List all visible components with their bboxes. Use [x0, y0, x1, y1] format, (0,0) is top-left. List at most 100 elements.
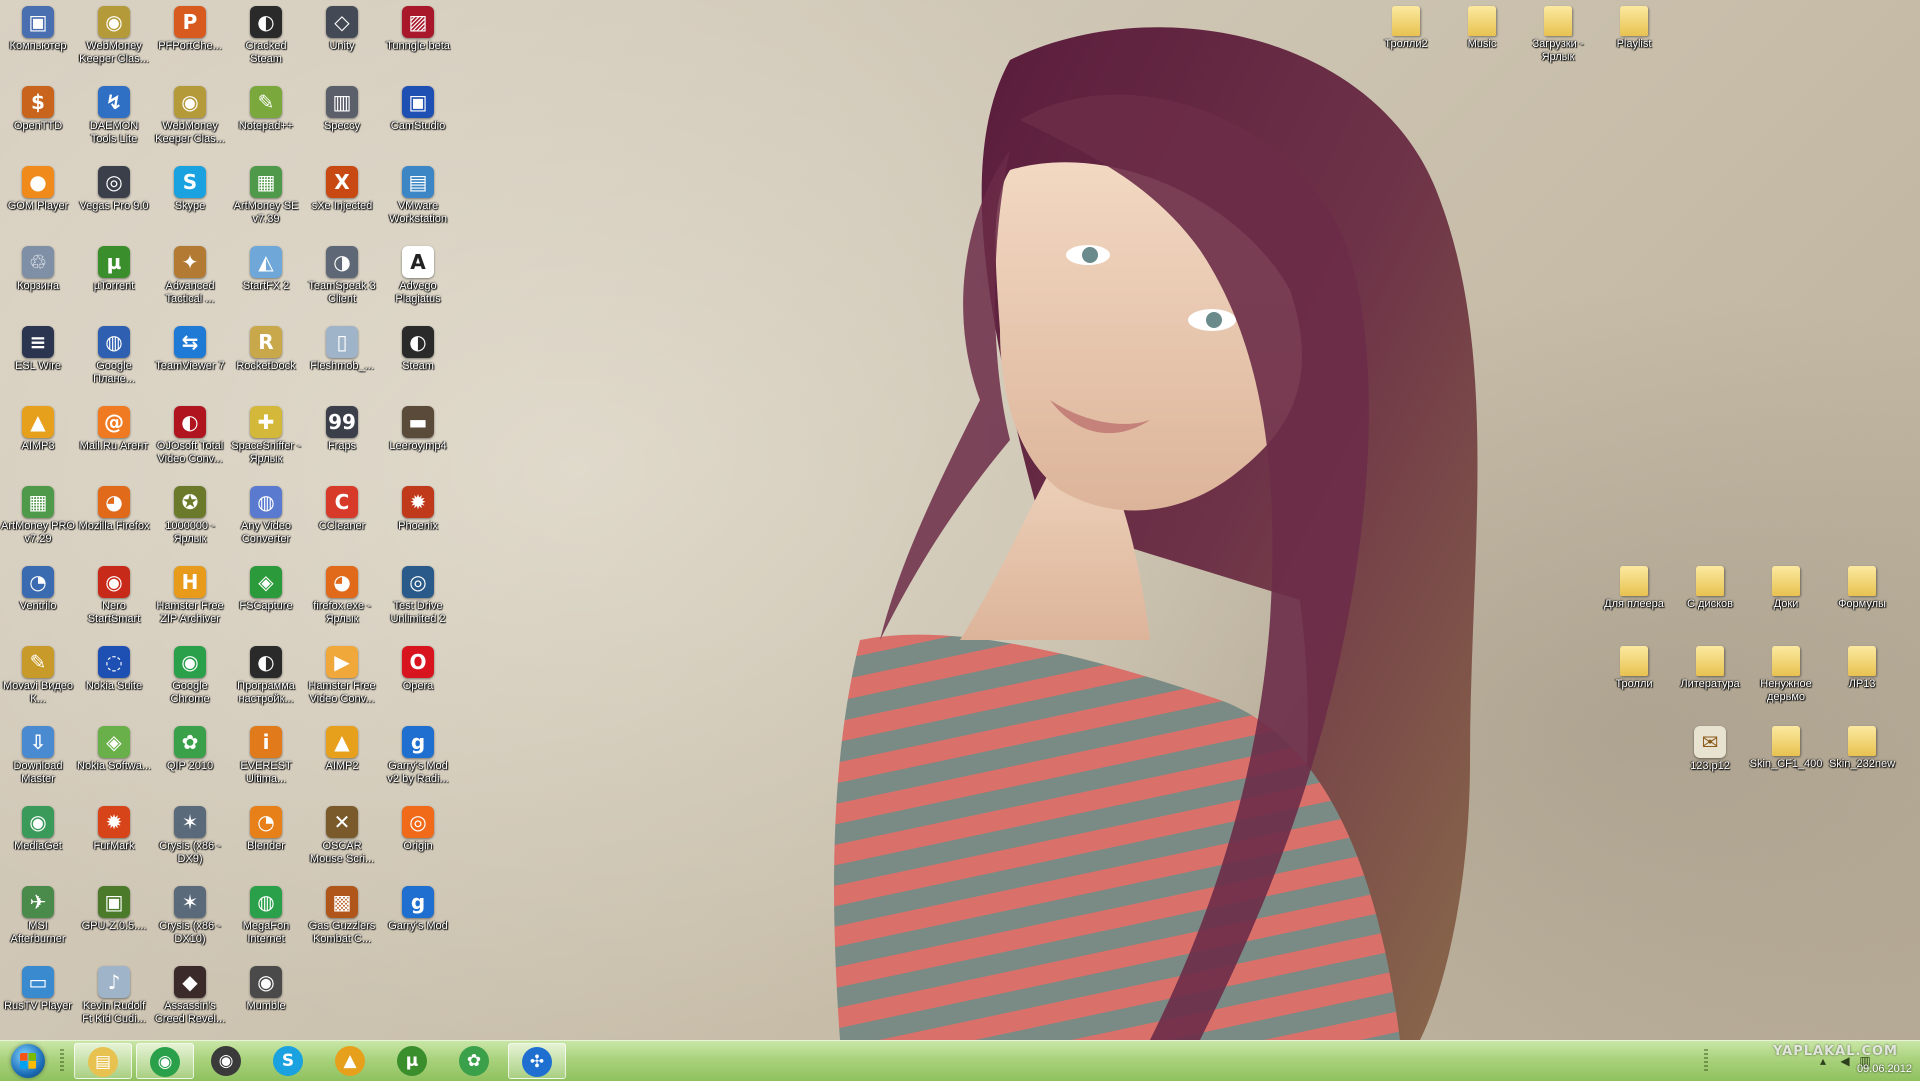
desktop-icon[interactable]: ▣ GPU-Z.0.5....	[76, 880, 152, 933]
desktop-icon[interactable]: ◉ MediaGet	[0, 800, 76, 853]
desktop-icon[interactable]: Доки	[1748, 560, 1824, 611]
desktop-icon[interactable]: ◐ Steam	[380, 320, 456, 373]
taskbar-button-chrome[interactable]: ◉	[136, 1043, 194, 1079]
desktop-icon[interactable]: ◎ Origin	[380, 800, 456, 853]
taskbar-button-qip[interactable]: ✿	[446, 1043, 504, 1079]
desktop-icon[interactable]: ◆ Assassin's Creed Revel...	[152, 960, 228, 1026]
taskbar-button-rocketdock[interactable]: ✣	[508, 1043, 566, 1079]
desktop-icon[interactable]: ▩ Gas Guzzlers Kombat C...	[304, 880, 380, 946]
desktop-icon[interactable]: ◇ Unity	[304, 0, 380, 53]
desktop-icon[interactable]: ◉ WebMoney Keeper Clas...	[76, 0, 152, 66]
desktop-icon[interactable]: ЛР13	[1824, 640, 1900, 691]
desktop-icon[interactable]: Playlist	[1596, 0, 1672, 51]
desktop-icon[interactable]: ◐ OJOsoft Total Video Conv...	[152, 400, 228, 466]
desktop-icon[interactable]: Формулы	[1824, 560, 1900, 611]
desktop-icon[interactable]: µ µTorrent	[76, 240, 152, 293]
desktop-icon[interactable]: ▤ VMware Workstation	[380, 160, 456, 226]
desktop-icon[interactable]: ✚ SpaceSniffer - Ярлык	[228, 400, 304, 466]
desktop-icon[interactable]: ◌ Nokia Suite	[76, 640, 152, 693]
desktop-icon[interactable]: A Advego Plagiatus	[380, 240, 456, 306]
desktop-icon[interactable]: ✶ Crysis (x86 -DX9)	[152, 800, 228, 866]
desktop-icon[interactable]: ◍ MegaFon Internet	[228, 880, 304, 946]
taskbar-button-utorrent[interactable]: µ	[384, 1043, 442, 1079]
desktop-icon[interactable]: Литература	[1672, 640, 1748, 691]
desktop-icon[interactable]: ▭ RusTV Player	[0, 960, 76, 1013]
desktop-icon[interactable]: ✈ MSI Afterburner	[0, 880, 76, 946]
desktop-icon[interactable]: ✿ QIP 2010	[152, 720, 228, 773]
desktop-icon[interactable]: g Garry's Mod v2 by Radi...	[380, 720, 456, 786]
desktop-icon[interactable]: Тролли2	[1368, 0, 1444, 51]
desktop-icon[interactable]: ◍ Any Video Converter	[228, 480, 304, 546]
desktop-icon[interactable]: ◉ Mumble	[228, 960, 304, 1013]
desktop-icon[interactable]: ✉ 123.p12	[1672, 720, 1748, 773]
desktop-icon[interactable]: ▦ ArtMoney PRO v7.29	[0, 480, 76, 546]
desktop-icon[interactable]: XsXe Injected	[304, 160, 380, 213]
desktop-icon[interactable]: Для плеера	[1596, 560, 1672, 611]
desktop-icon[interactable]: ▶ Hamster Free Video Conv...	[304, 640, 380, 706]
desktop-icon[interactable]: ◐ Программа настройк...	[228, 640, 304, 706]
desktop-icon[interactable]: ◕ firefox.exe - Ярлык	[304, 560, 380, 626]
desktop-icon[interactable]: ◉ Google Chrome	[152, 640, 228, 706]
desktop-icon[interactable]: ✎ Notepad++	[228, 80, 304, 133]
desktop-icon[interactable]: g Garry's Mod	[380, 880, 456, 933]
taskbar-button-aimp[interactable]: ▲	[322, 1043, 380, 1079]
desktop-icon[interactable]: i EVEREST Ultima...	[228, 720, 304, 786]
desktop-icon[interactable]: ⇩ Download Master	[0, 720, 76, 786]
desktop-icon[interactable]: ▬ Leeroy.mp4	[380, 400, 456, 453]
desktop-icon[interactable]: Skin_CF1_400	[1748, 720, 1824, 771]
desktop-icon[interactable]: ◍ Google Плане...	[76, 320, 152, 386]
desktop-icon[interactable]: @ Mail.Ru Агент	[76, 400, 152, 453]
desktop-icon[interactable]: ◭ StartFX 2	[228, 240, 304, 293]
desktop-icon[interactable]: ◑ TeamSpeak 3 Client	[304, 240, 380, 306]
desktop-icon[interactable]: ⇆ TeamViewer 7	[152, 320, 228, 373]
taskbar-grip[interactable]	[60, 1049, 64, 1073]
start-button[interactable]	[4, 1042, 52, 1080]
desktop-icon[interactable]: ◔ Blender	[228, 800, 304, 853]
desktop-icon[interactable]: ✦ Advanced Tactical ...	[152, 240, 228, 306]
taskbar-button-explorer[interactable]: ▤	[74, 1043, 132, 1079]
desktop-icon[interactable]: Тролли	[1596, 640, 1672, 691]
desktop-icon[interactable]: C CCleaner	[304, 480, 380, 533]
desktop-icon[interactable]: С дисков	[1672, 560, 1748, 611]
desktop-icon[interactable]: ◐ Cracked Steam	[228, 0, 304, 66]
desktop-icon[interactable]: Skin_232new	[1824, 720, 1900, 771]
desktop-icon[interactable]: Загрузки - Ярлык	[1520, 0, 1596, 64]
desktop-icon[interactable]: ▯ Fleshmob_...	[304, 320, 380, 373]
clock-date[interactable]: 09.06.2012	[1857, 1063, 1912, 1075]
desktop-icon[interactable]: ◕ Mozilla Firefox	[76, 480, 152, 533]
desktop-icon[interactable]: ◉ Nero StartSmart	[76, 560, 152, 626]
desktop-icon[interactable]: ◈ FSCapture	[228, 560, 304, 613]
desktop-icon[interactable]: ✕ OSCAR Mouse Scri...	[304, 800, 380, 866]
desktop-icon[interactable]: ♪ Kevin Rudolf Ft Kid Cudi...	[76, 960, 152, 1026]
desktop-icon[interactable]: O Opera	[380, 640, 456, 693]
desktop-icon[interactable]: ≡ ESL Wire	[0, 320, 76, 373]
desktop-icon[interactable]: ◉ WebMoney Keeper Clas...	[152, 80, 228, 146]
desktop-icon[interactable]: ✹ Phoenix	[380, 480, 456, 533]
desktop-icon[interactable]: P PFPortChe...	[152, 0, 228, 53]
desktop-icon[interactable]: ◔ Ventrilo	[0, 560, 76, 613]
desktop-icon[interactable]: ◈ Nokia Softwa...	[76, 720, 152, 773]
desktop-icon[interactable]: ▣ Компьютер	[0, 0, 76, 53]
desktop-icon[interactable]: ✎ Movavi Видео К...	[0, 640, 76, 706]
desktop-icon[interactable]: Ненужное дерьмо	[1748, 640, 1824, 704]
desktop-icon[interactable]: S Skype	[152, 160, 228, 213]
desktop-icon[interactable]: Music	[1444, 0, 1520, 51]
taskbar-button-skype[interactable]: S	[260, 1043, 318, 1079]
desktop-icon[interactable]: ▣ CamStudio	[380, 80, 456, 133]
desktop-icon[interactable]: ▨ Tunngle beta	[380, 0, 456, 53]
desktop-icon[interactable]: ✹ FurMark	[76, 800, 152, 853]
desktop-icon[interactable]: ♲ Корзина	[0, 240, 76, 293]
desktop-icon[interactable]: ◎ Vegas Pro 9.0	[76, 160, 152, 213]
desktop-icon[interactable]: R RocketDock	[228, 320, 304, 373]
desktop-icon[interactable]: ▦ ArtMoney SE v7.39	[228, 160, 304, 226]
desktop-icon[interactable]: ▲ AIMP3	[0, 400, 76, 453]
desktop-icon[interactable]: ▲ AIMP2	[304, 720, 380, 773]
desktop-icon[interactable]: ✶ Crysis (x86 -DX10)	[152, 880, 228, 946]
desktop-icon[interactable]: ▥ Speccy	[304, 80, 380, 133]
taskbar-button-mumble[interactable]: ◉	[198, 1043, 256, 1079]
desktop-icon[interactable]: ↯ DAEMON Tools Lite	[76, 80, 152, 146]
desktop-icon[interactable]: ✪ 1000000 - Ярлык	[152, 480, 228, 546]
desktop-icon[interactable]: H Hamster Free ZIP Archiver	[152, 560, 228, 626]
tray-grip[interactable]	[1704, 1049, 1708, 1073]
desktop-icon[interactable]: $ OpenTTD	[0, 80, 76, 133]
